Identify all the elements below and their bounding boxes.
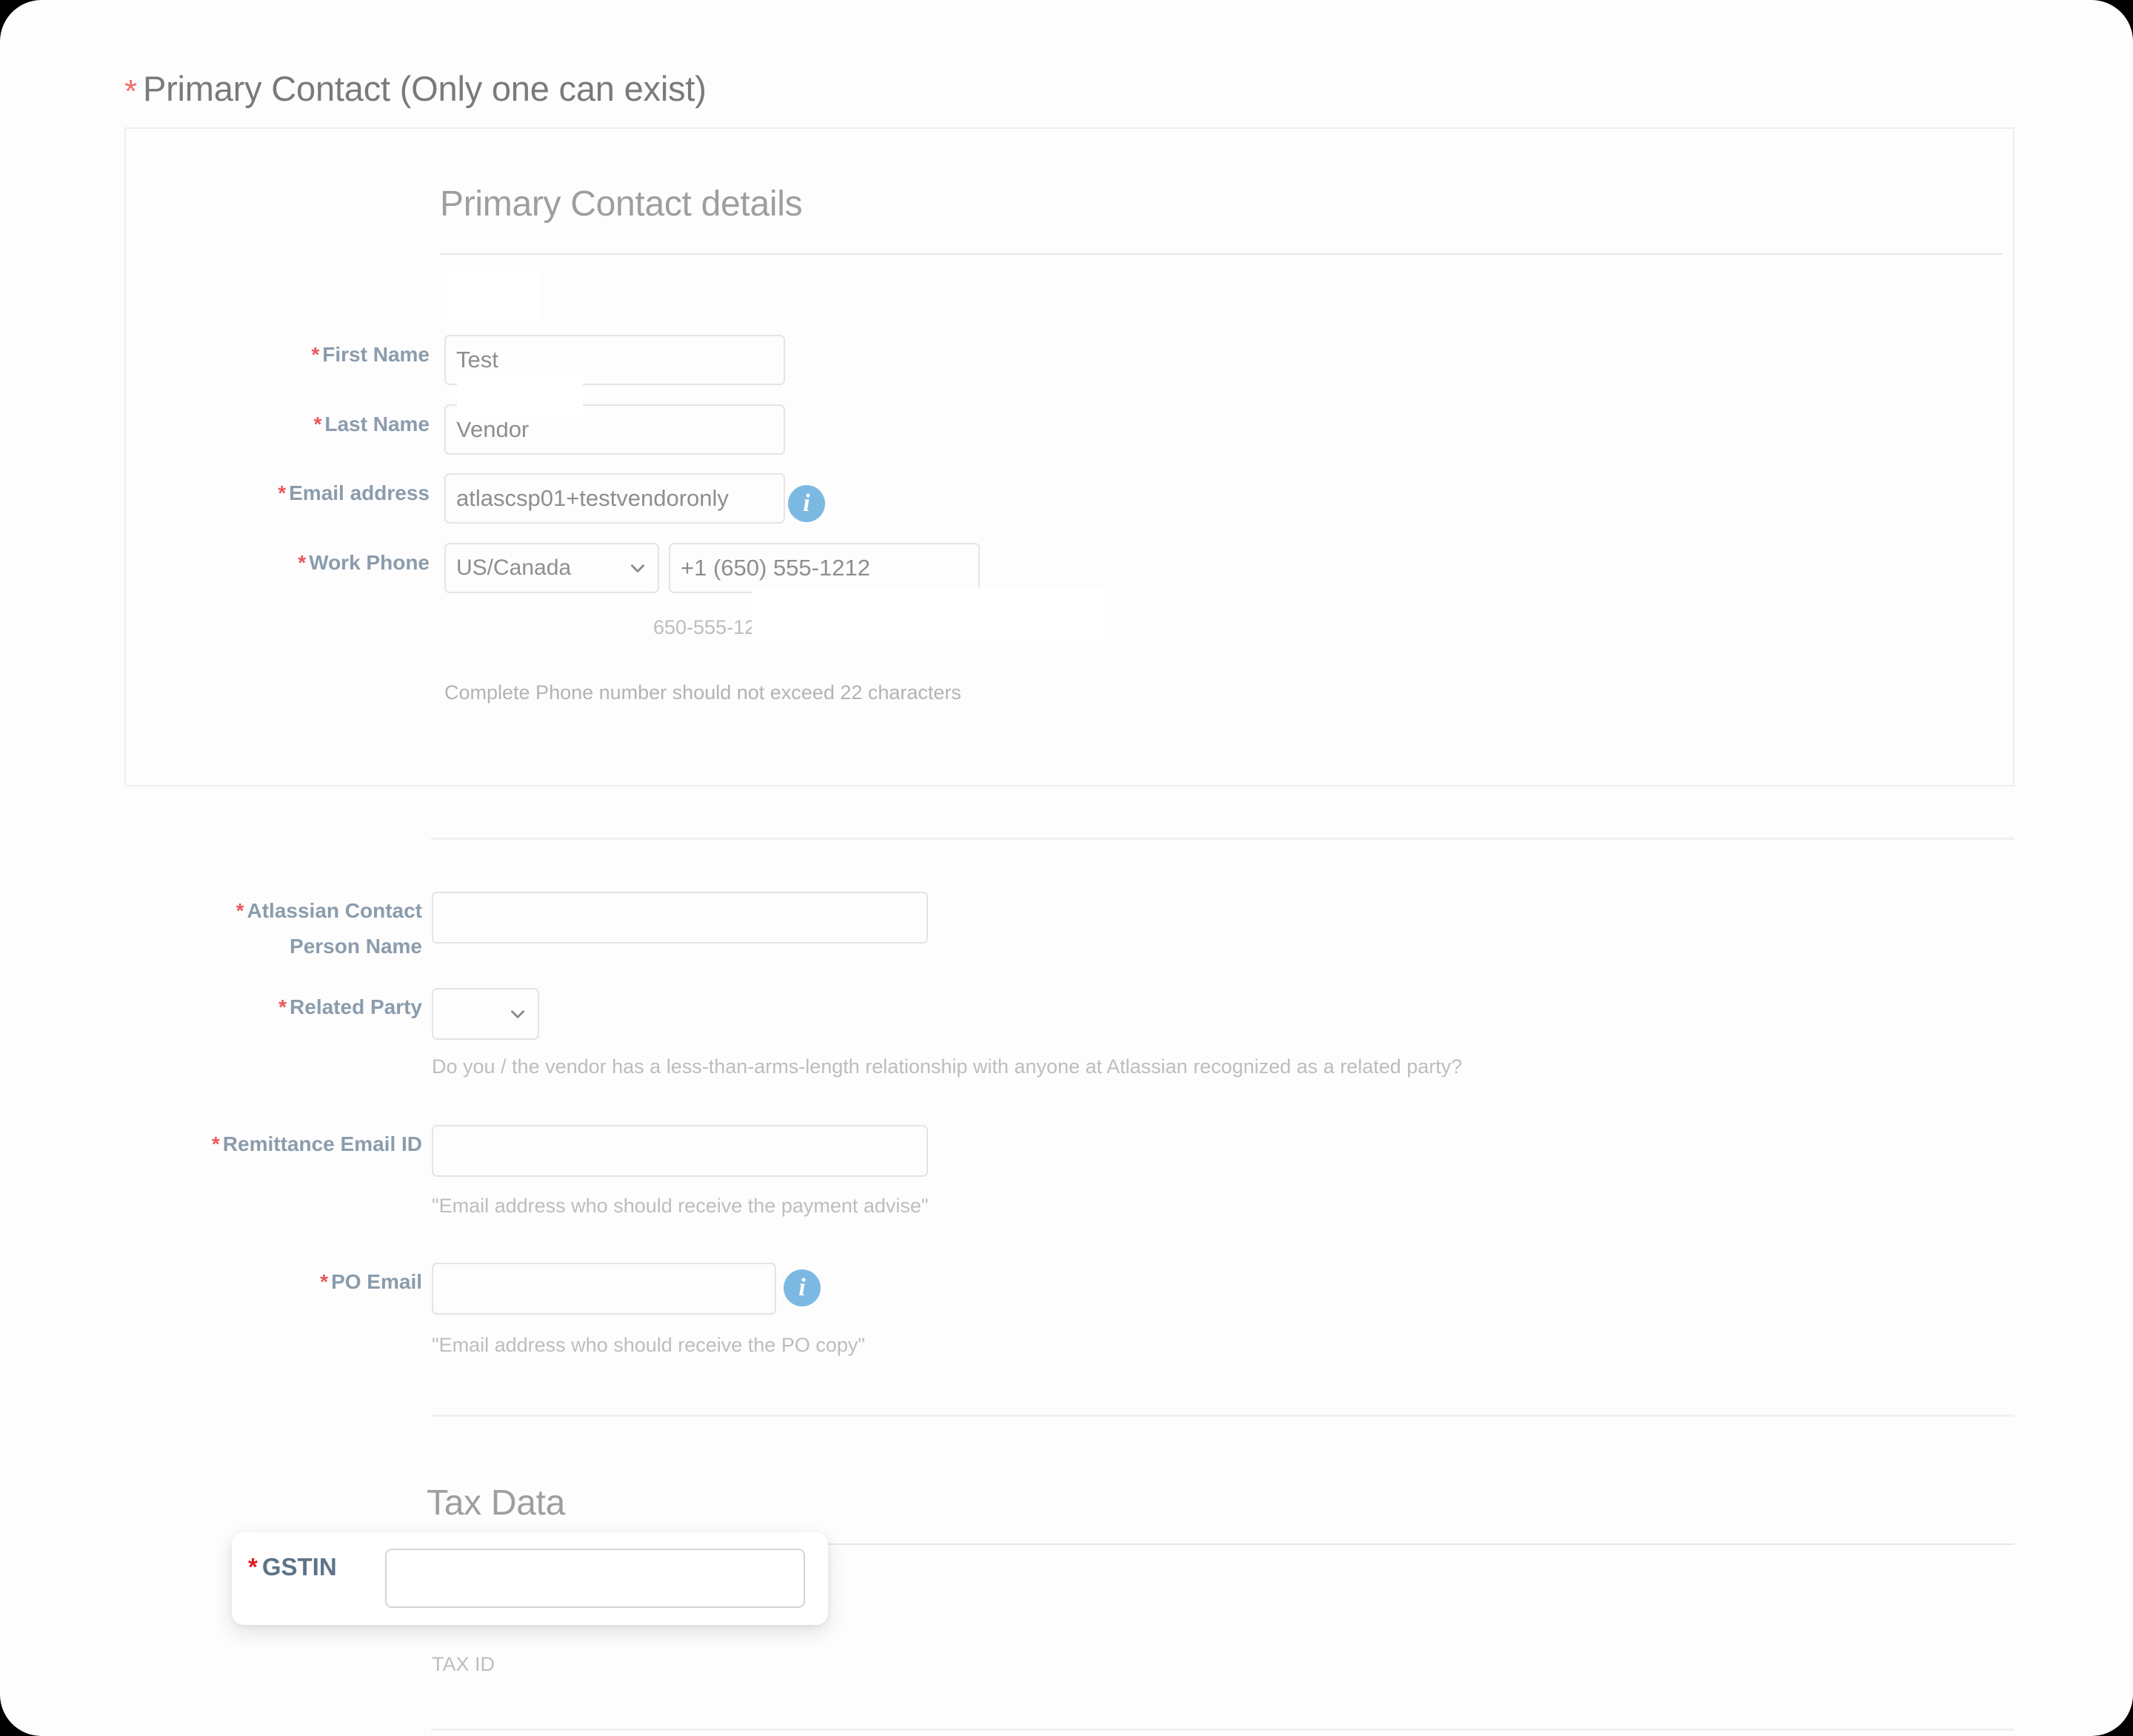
atlassian-contact-person-label-line1: Atlassian Contact: [247, 899, 423, 922]
email-info-icon[interactable]: i: [788, 485, 825, 522]
related-party-select[interactable]: [432, 988, 539, 1040]
primary-contact-panel: [124, 127, 2014, 787]
work-phone-country-value: US/Canada: [456, 555, 571, 581]
page-title-text: Primary Contact (Only one can exist): [143, 69, 707, 108]
gstin-input[interactable]: [385, 1549, 805, 1608]
po-email-input[interactable]: [432, 1263, 776, 1315]
work-phone-number-input[interactable]: +1 (650) 555-1212: [669, 543, 980, 593]
required-asterisk: *: [236, 899, 244, 922]
work-phone-number-value: +1 (650) 555-1212: [681, 555, 870, 581]
primary-contact-title-rule: [440, 253, 2003, 255]
work-phone-country-select[interactable]: US/Canada: [444, 543, 659, 593]
po-email-helper-text: "Email address who should receive the PO…: [432, 1334, 865, 1357]
gstin-label: *GSTIN: [248, 1553, 337, 1581]
related-party-label-text: Related Party: [290, 995, 422, 1018]
related-party-helper-text: Do you / the vendor has a less-than-arms…: [432, 1055, 1462, 1078]
tax-data-title: Tax Data: [427, 1483, 565, 1523]
atlassian-contact-person-input[interactable]: [432, 892, 928, 944]
gstin-label-text: GSTIN: [262, 1553, 337, 1580]
atlassian-contact-person-label: *Atlassian Contact Person Name: [126, 893, 422, 964]
po-email-info-icon[interactable]: i: [784, 1269, 821, 1306]
email-address-label: *Email address: [126, 475, 430, 511]
occlusion-patch-1: [448, 273, 541, 318]
email-address-label-text: Email address: [289, 481, 430, 504]
work-phone-label: *Work Phone: [133, 545, 430, 581]
last-name-label: *Last Name: [148, 407, 430, 442]
gstin-helper-text: TAX ID: [432, 1653, 495, 1676]
required-asterisk: *: [313, 413, 321, 435]
first-name-value: Test: [456, 347, 498, 373]
section-divider-2: [431, 1415, 2014, 1417]
work-phone-helper-text: Complete Phone number should not exceed …: [444, 681, 961, 704]
po-email-label-text: PO Email: [331, 1270, 422, 1293]
required-asterisk: *: [124, 73, 137, 110]
occlusion-patch-2: [457, 374, 583, 422]
required-asterisk: *: [278, 995, 287, 1018]
form-page: *Primary Contact (Only one can exist) Pr…: [0, 0, 2133, 1736]
po-email-label: *PO Email: [148, 1264, 422, 1300]
section-divider-3: [431, 1729, 2014, 1731]
primary-contact-details-title: Primary Contact details: [440, 184, 802, 224]
remittance-email-helper-text: "Email address who should receive the pa…: [432, 1195, 929, 1218]
required-asterisk: *: [320, 1270, 328, 1293]
required-asterisk: *: [248, 1553, 258, 1580]
first-name-label: *First Name: [148, 337, 430, 373]
atlassian-contact-person-label-line2: Person Name: [290, 935, 422, 958]
work-phone-label-text: Work Phone: [309, 551, 430, 574]
related-party-label: *Related Party: [133, 989, 422, 1025]
remittance-email-label-text: Remittance Email ID: [223, 1132, 422, 1155]
chevron-down-icon: [628, 558, 647, 578]
occlusion-patch-3: [752, 587, 1104, 642]
required-asterisk: *: [212, 1132, 220, 1155]
required-asterisk: *: [298, 551, 306, 574]
remittance-email-input[interactable]: [432, 1125, 928, 1177]
required-asterisk: *: [278, 481, 286, 504]
chevron-down-icon: [508, 1004, 527, 1024]
email-address-value: atlascsp01+testvendoronly: [456, 485, 729, 512]
last-name-label-text: Last Name: [324, 413, 430, 435]
page-title: *Primary Contact (Only one can exist): [124, 68, 707, 110]
email-address-input[interactable]: atlascsp01+testvendoronly: [444, 473, 785, 524]
remittance-email-label: *Remittance Email ID: [118, 1126, 422, 1162]
first-name-label-text: First Name: [322, 343, 430, 366]
required-asterisk: *: [311, 343, 319, 366]
section-divider-1: [431, 838, 2014, 840]
